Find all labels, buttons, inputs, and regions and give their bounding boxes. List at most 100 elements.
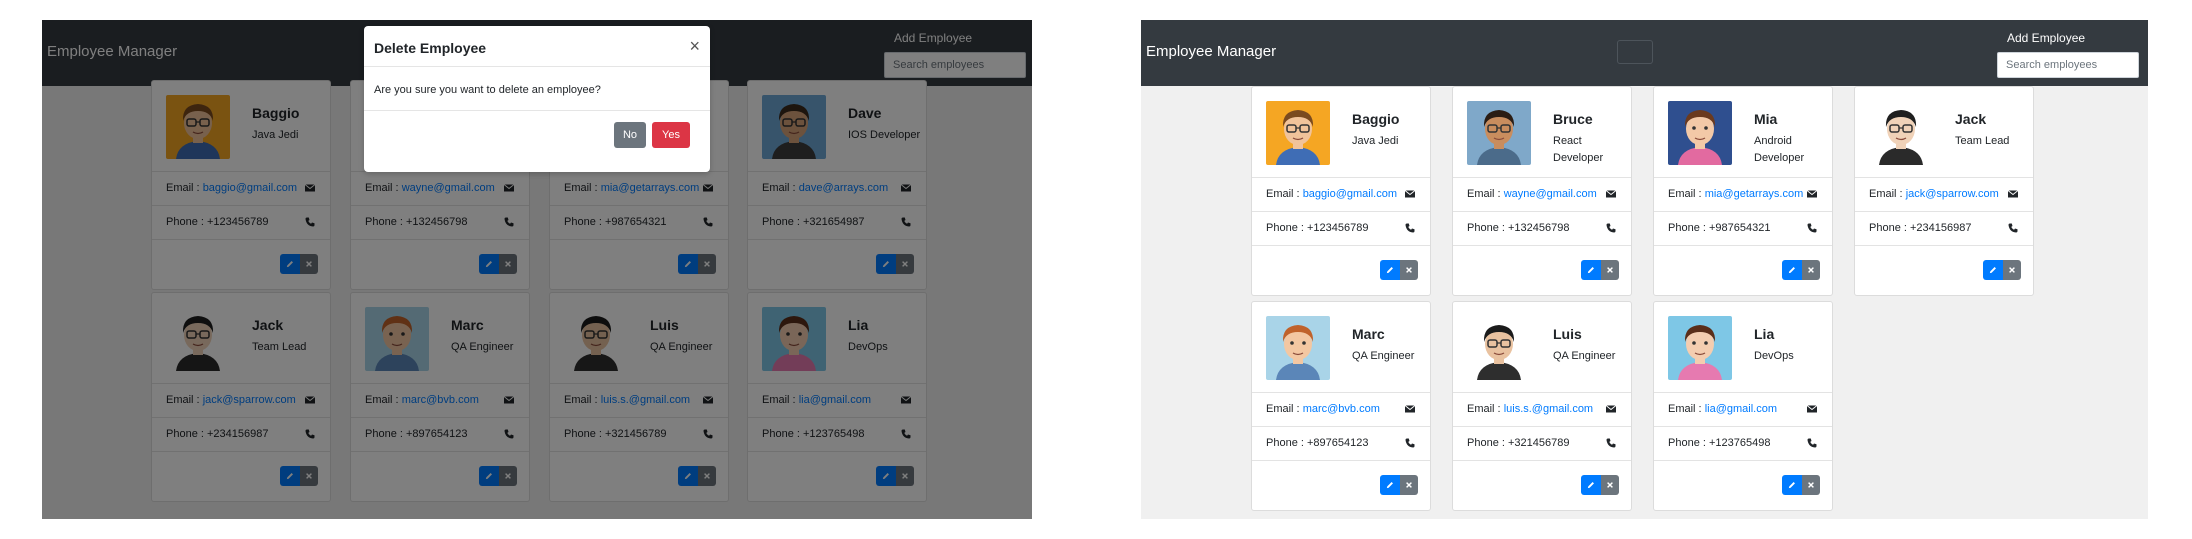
edit-button[interactable] <box>1782 260 1802 280</box>
envelope-icon <box>1806 188 1818 200</box>
phone-row: Phone : +321456789 <box>1453 426 1631 460</box>
phone-row: Phone : +897654123 <box>1252 426 1430 460</box>
employee-name: Jack <box>1955 111 1987 127</box>
phone-icon <box>1605 222 1617 234</box>
employee-card: Bruce React Developer Email : wayne@gmai… <box>1452 86 1632 296</box>
card-footer <box>1252 460 1430 512</box>
baggio-avatar <box>1266 101 1330 165</box>
phone-row: Phone : +123765498 <box>1654 426 1832 460</box>
employee-name: Mia <box>1754 111 1778 127</box>
avatar <box>1467 316 1531 380</box>
add-employee-link[interactable]: Add Employee <box>2007 31 2085 45</box>
email-label: Email : <box>1668 188 1705 200</box>
navbar: Employee Manager Add Employee <box>1141 20 2148 86</box>
email-link[interactable]: marc@bvb.com <box>1303 403 1380 415</box>
avatar <box>1266 316 1330 380</box>
email-label: Email : <box>1266 188 1303 200</box>
card-footer <box>1654 460 1832 512</box>
phone-row: Phone : +987654321 <box>1654 211 1832 245</box>
phone-row: Phone : +123456789 <box>1252 211 1430 245</box>
delete-employee-modal: Delete Employee × Are you sure you want … <box>364 26 710 172</box>
employee-name: Lia <box>1754 326 1775 342</box>
employee-title: QA Engineer <box>1553 350 1616 362</box>
modal-close-button[interactable]: × <box>689 36 700 56</box>
envelope-icon <box>1806 403 1818 415</box>
employee-name: Bruce <box>1553 111 1593 127</box>
phone-row: Phone : +234156987 <box>1855 211 2033 245</box>
employee-card: Jack Team Lead Email : jack@sparrow.com … <box>1854 86 2034 296</box>
email-link[interactable]: mia@getarrays.com <box>1705 188 1804 200</box>
avatar <box>1668 101 1732 165</box>
card-footer <box>1453 245 1631 297</box>
phone-icon <box>1806 222 1818 234</box>
no-button[interactable]: No <box>614 122 646 148</box>
delete-button[interactable] <box>1601 260 1619 280</box>
email-row: Email : mia@getarrays.com <box>1654 177 1832 211</box>
edit-button[interactable] <box>1581 260 1601 280</box>
navbar-toggler[interactable] <box>1617 40 1653 64</box>
marc-avatar <box>1266 316 1330 380</box>
app-window-with-modal: Employee Manager Add Employee Baggio Jav… <box>42 20 1032 519</box>
edit-button[interactable] <box>1581 475 1601 495</box>
avatar <box>1467 101 1531 165</box>
employee-title: Java Jedi <box>1352 135 1399 147</box>
employee-name: Baggio <box>1352 111 1400 127</box>
card-footer <box>1855 245 2033 297</box>
phone-icon <box>1404 437 1416 449</box>
employee-title: DevOps <box>1754 350 1794 362</box>
email-row: Email : lia@gmail.com <box>1654 392 1832 426</box>
phone-label: Phone : <box>1668 437 1709 449</box>
delete-button[interactable] <box>1400 260 1418 280</box>
avatar <box>1266 101 1330 165</box>
email-link[interactable]: jack@sparrow.com <box>1906 188 1999 200</box>
envelope-icon <box>1605 403 1617 415</box>
card-footer <box>1252 245 1430 297</box>
yes-button[interactable]: Yes <box>652 122 690 148</box>
phone-label: Phone : <box>1467 222 1508 234</box>
modal-message: Are you sure you want to delete an emplo… <box>374 84 601 96</box>
phone-value: +897654123 <box>1306 437 1369 449</box>
modal-divider <box>364 110 710 111</box>
email-label: Email : <box>1467 188 1504 200</box>
delete-button[interactable] <box>1601 475 1619 495</box>
employee-card: Mia Android Developer Email : mia@getarr… <box>1653 86 1833 296</box>
delete-button[interactable] <box>1400 475 1418 495</box>
email-label: Email : <box>1467 403 1504 415</box>
email-link[interactable]: lia@gmail.com <box>1705 403 1777 415</box>
phone-value: +132456798 <box>1507 222 1570 234</box>
edit-button[interactable] <box>1782 475 1802 495</box>
delete-button[interactable] <box>1802 475 1820 495</box>
email-row: Email : baggio@gmail.com <box>1252 177 1430 211</box>
phone-label: Phone : <box>1869 222 1910 234</box>
email-row: Email : luis.s.@gmail.com <box>1453 392 1631 426</box>
search-input[interactable] <box>1997 52 2139 78</box>
email-link[interactable]: baggio@gmail.com <box>1303 188 1397 200</box>
phone-value: +234156987 <box>1909 222 1972 234</box>
employee-card: Luis QA Engineer Email : luis.s.@gmail.c… <box>1452 301 1632 511</box>
employee-card: Lia DevOps Email : lia@gmail.com Phone :… <box>1653 301 1833 511</box>
employee-title: React Developer <box>1553 135 1604 164</box>
employee-name: Marc <box>1352 326 1385 342</box>
email-link[interactable]: wayne@gmail.com <box>1504 188 1597 200</box>
app-window: Employee Manager Add Employee Baggio Jav… <box>1141 20 2148 519</box>
delete-button[interactable] <box>2003 260 2021 280</box>
employee-card: Marc QA Engineer Email : marc@bvb.com Ph… <box>1251 301 1431 511</box>
email-label: Email : <box>1668 403 1705 415</box>
phone-icon <box>2007 222 2019 234</box>
employee-title: QA Engineer <box>1352 350 1415 362</box>
modal-divider <box>364 66 710 67</box>
card-footer <box>1654 245 1832 297</box>
phone-icon <box>1806 437 1818 449</box>
email-row: Email : jack@sparrow.com <box>1855 177 2033 211</box>
employee-title: Team Lead <box>1955 135 2010 147</box>
phone-label: Phone : <box>1467 437 1508 449</box>
edit-button[interactable] <box>1380 475 1400 495</box>
edit-button[interactable] <box>1983 260 2003 280</box>
envelope-icon <box>1404 403 1416 415</box>
phone-value: +123765498 <box>1708 437 1771 449</box>
email-link[interactable]: luis.s.@gmail.com <box>1504 403 1593 415</box>
delete-button[interactable] <box>1802 260 1820 280</box>
brand[interactable]: Employee Manager <box>1146 43 1276 60</box>
edit-button[interactable] <box>1380 260 1400 280</box>
email-label: Email : <box>1266 403 1303 415</box>
